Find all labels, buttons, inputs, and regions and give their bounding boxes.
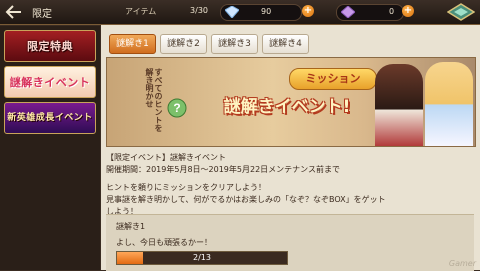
hero-hint-text: すべてのヒントを解き明かせ bbox=[145, 68, 163, 132]
tab-mystery-3[interactable]: 謎解き3 bbox=[211, 34, 258, 54]
svg-text:?: ? bbox=[173, 101, 180, 115]
banner-limited-bonus[interactable]: 限定特典 bbox=[4, 30, 96, 62]
hero-title-group: ミッション 謎解きイベント! bbox=[187, 64, 387, 124]
tab-mystery-2[interactable]: 謎解き2 bbox=[160, 34, 207, 54]
banner-label: 謎解きイベント bbox=[9, 76, 91, 89]
left-banner-column: 限定特典 謎解きイベント 新英雄成長イベント bbox=[0, 26, 100, 270]
item-label: アイテム bbox=[125, 7, 157, 16]
banner-label: 新英雄成長イベント bbox=[7, 113, 93, 123]
hero-subtitle: ミッション bbox=[289, 68, 377, 90]
hero-title: 謎解きイベント! bbox=[223, 97, 351, 117]
back-arrow-icon bbox=[5, 4, 21, 19]
progress-text: 2/13 bbox=[193, 253, 211, 262]
tab-mystery-1[interactable]: 謎解き1 bbox=[109, 34, 156, 54]
desc-line: 【限定イベント】謎解きイベント bbox=[106, 153, 226, 162]
tab-mystery-4[interactable]: 謎解き4 bbox=[262, 34, 309, 54]
event-hero-banner: すべてのヒントを解き明かせ ミッション 謎解きイベント! ? bbox=[106, 57, 476, 147]
mission-progress-bar: 2/13 bbox=[116, 251, 288, 265]
ticket-pill: 0 bbox=[336, 4, 404, 21]
page-title: 限定 bbox=[32, 9, 52, 20]
crystal-add-button[interactable]: + bbox=[302, 5, 314, 17]
character-right-image bbox=[425, 62, 473, 146]
watermark: Gamer bbox=[448, 259, 476, 268]
ticket-value: 0 bbox=[389, 7, 395, 16]
banner-label: 限定特典 bbox=[27, 40, 73, 53]
top-bar: 限定 アイテム 3/30 90 + 0 + bbox=[0, 0, 480, 25]
mission-card: 謎解き1 よし、今日も頑張るかー！ 2/13 bbox=[106, 214, 474, 271]
crystal-value: 90 bbox=[261, 7, 272, 16]
desc-line: 見事謎を解き明かして、何がでるかはお楽しみの「なぞ？なぞBOX」をゲット bbox=[106, 195, 386, 204]
mission-title: 謎解き1 bbox=[116, 222, 146, 231]
character-left-image bbox=[375, 64, 423, 146]
ticket-add-button[interactable]: + bbox=[402, 5, 414, 17]
menu-button[interactable] bbox=[446, 2, 476, 22]
ticket-icon bbox=[341, 6, 355, 18]
crystal-pill: 90 bbox=[220, 4, 302, 21]
question-mark-icon: ? bbox=[167, 98, 187, 118]
item-count: 3/30 bbox=[190, 6, 208, 15]
emblem-icon bbox=[447, 3, 475, 21]
desc-line: 開催期間：2019年5月8日～2019年5月22日メンテナンス前まで bbox=[106, 165, 341, 174]
banner-mystery-event[interactable]: 謎解きイベント bbox=[4, 66, 96, 98]
back-button[interactable] bbox=[3, 2, 25, 21]
crystal-icon bbox=[225, 6, 239, 18]
main-panel: 謎解き1 謎解き2 謎解き3 謎解き4 すべてのヒントを解き明かせ ミッション … bbox=[101, 25, 480, 271]
desc-line: ヒントを頼りにミッションをクリアしよう！ bbox=[106, 183, 266, 192]
banner-hero-growth-event[interactable]: 新英雄成長イベント bbox=[4, 102, 96, 134]
mission-text: よし、今日も頑張るかー！ bbox=[116, 238, 212, 247]
